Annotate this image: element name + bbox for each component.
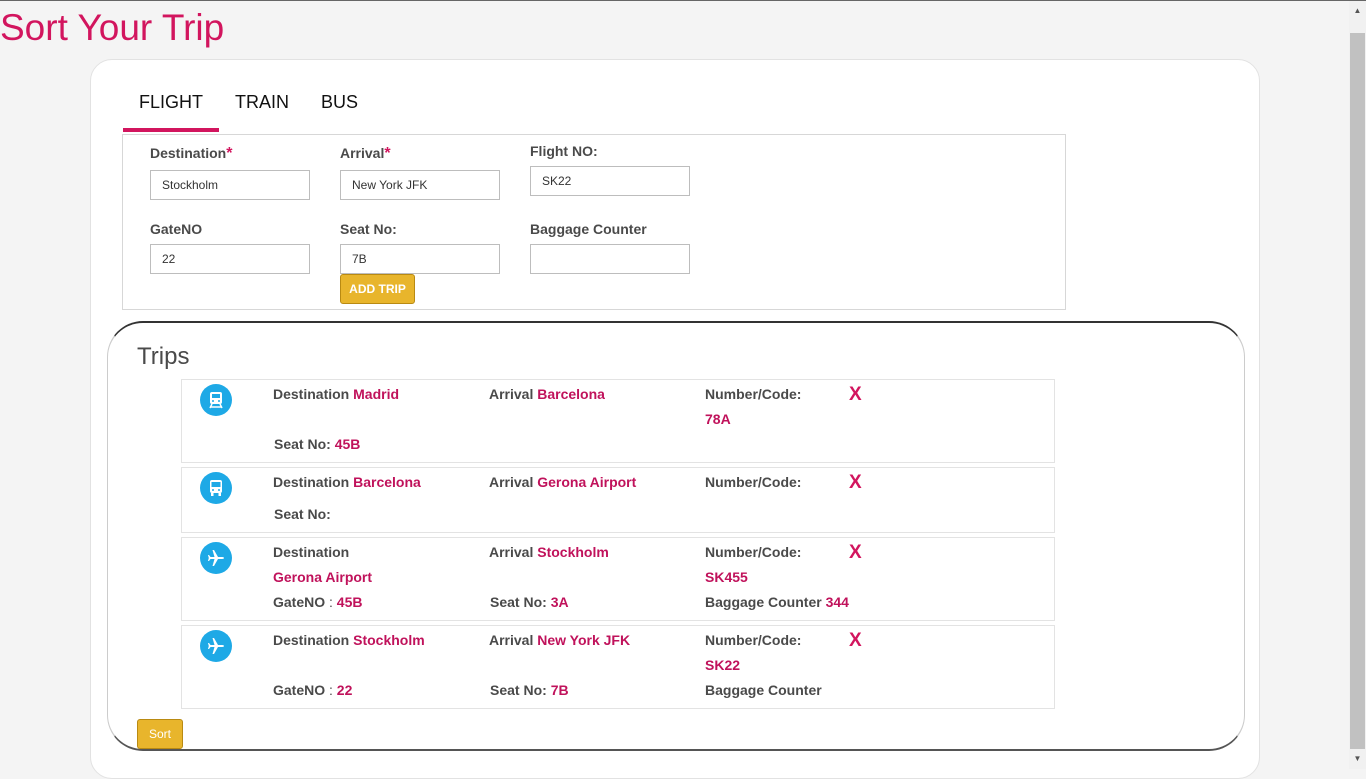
arrival-input[interactable] — [340, 170, 500, 200]
trips-panel: Trips Destination Madrid Arrival Barcelo… — [107, 321, 1245, 751]
trip-baggage: Baggage Counter 344 — [705, 594, 849, 610]
destination-field-group: Destination* — [150, 145, 310, 200]
flight-no-input[interactable] — [530, 166, 690, 196]
trip-seat: Seat No: 7B — [490, 682, 569, 698]
trip-arrival: Arrival New York JFK — [489, 632, 631, 648]
airplane-icon — [200, 630, 232, 662]
trip-seat: Seat No: 45B — [274, 436, 361, 452]
trip-destination: Destination Barcelona — [273, 474, 421, 490]
trip-number-label: Number/Code: — [705, 386, 802, 402]
sort-button[interactable]: Sort — [137, 719, 183, 749]
tab-flight[interactable]: FLIGHT — [123, 90, 220, 132]
train-icon — [200, 384, 232, 416]
page-title: Sort Your Trip — [0, 7, 225, 48]
trip-card: FLIGHT TRAIN BUS Destination* Arrival* F… — [90, 59, 1260, 779]
trip-item: Destination Stockholm Arrival New York J… — [181, 625, 1055, 709]
trip-number-value: SK455 — [705, 569, 748, 585]
baggage-counter-label: Baggage Counter — [530, 221, 647, 237]
trip-baggage: Baggage Counter — [705, 682, 822, 698]
trip-number-value: SK22 — [705, 657, 741, 673]
trip-arrival: Arrival Gerona Airport — [489, 474, 637, 490]
trip-destination-value: Gerona Airport — [273, 569, 373, 585]
trip-seat: Seat No: — [274, 506, 331, 522]
arrival-field-group: Arrival* — [340, 145, 500, 200]
trip-number-label: Number/Code: — [705, 544, 802, 560]
trip-destination: Destination Stockholm — [273, 632, 425, 648]
gate-no-field-group: GateNO — [150, 221, 310, 274]
baggage-counter-field-group: Baggage Counter — [530, 221, 690, 274]
baggage-counter-input[interactable] — [530, 244, 690, 274]
delete-trip-button[interactable]: X — [849, 385, 862, 404]
delete-trip-button[interactable]: X — [849, 543, 862, 562]
trips-title: Trips — [137, 343, 190, 370]
trip-arrival: Arrival Barcelona — [489, 386, 605, 402]
scrollbar-thumb[interactable] — [1350, 33, 1365, 749]
arrival-label: Arrival* — [340, 145, 391, 162]
flight-no-label: Flight NO: — [530, 143, 598, 159]
trip-item: Destination Gerona Airport Arrival Stock… — [181, 537, 1055, 621]
gate-no-input[interactable] — [150, 244, 310, 274]
trip-item: Destination Madrid Arrival Barcelona Num… — [181, 379, 1055, 463]
add-trip-button[interactable]: ADD TRIP — [340, 274, 415, 304]
bus-icon — [200, 472, 232, 504]
trip-item: Destination Barcelona Arrival Gerona Air… — [181, 467, 1055, 533]
trip-destination: Destination Madrid — [273, 386, 400, 402]
trip-seat: Seat No: 3A — [490, 594, 569, 610]
scroll-up-arrow-icon[interactable]: ▲ — [1349, 3, 1366, 19]
trip-number-value: 78A — [705, 411, 731, 427]
tab-train[interactable]: TRAIN — [219, 90, 305, 132]
delete-trip-button[interactable]: X — [849, 631, 862, 650]
required-mark: * — [384, 145, 391, 162]
destination-label: Destination* — [150, 145, 233, 162]
vertical-scrollbar[interactable]: ▲ ▼ — [1349, 1, 1366, 769]
trip-gate: GateNO : 22 — [273, 682, 353, 698]
tab-bus[interactable]: BUS — [305, 90, 374, 132]
required-mark: * — [226, 145, 233, 162]
transport-tabs: FLIGHT TRAIN BUS — [123, 90, 374, 132]
seat-no-input[interactable] — [340, 244, 500, 274]
airplane-icon — [200, 542, 232, 574]
trip-gate: GateNO : 45B — [273, 594, 363, 610]
trip-destination-label: Destination — [273, 544, 350, 560]
destination-input[interactable] — [150, 170, 310, 200]
scroll-down-arrow-icon[interactable]: ▼ — [1349, 751, 1366, 767]
seat-no-field-group: Seat No: — [340, 221, 500, 274]
trip-number-label: Number/Code: — [705, 632, 802, 648]
flight-no-field-group: Flight NO: — [530, 143, 690, 196]
seat-no-label: Seat No: — [340, 221, 397, 237]
trip-arrival: Arrival Stockholm — [489, 544, 609, 560]
gate-no-label: GateNO — [150, 221, 203, 237]
flight-form: Destination* Arrival* Flight NO: GateNO … — [122, 134, 1066, 310]
delete-trip-button[interactable]: X — [849, 473, 862, 492]
trip-number-label: Number/Code: — [705, 474, 802, 490]
